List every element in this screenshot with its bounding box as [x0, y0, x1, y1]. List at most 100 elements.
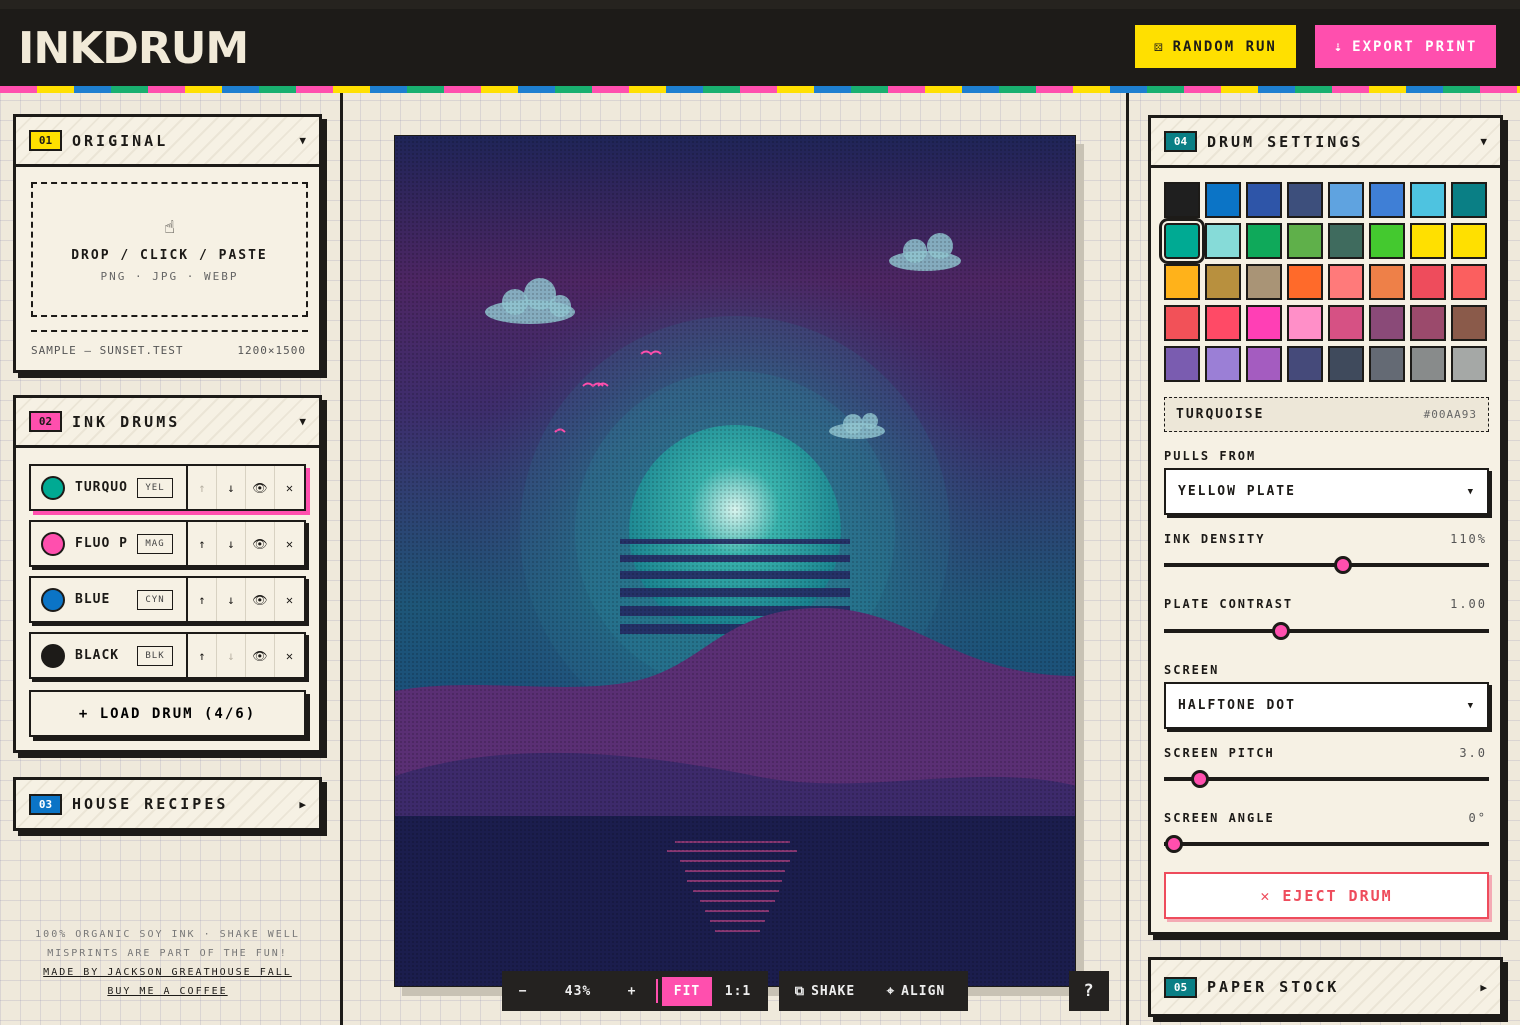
- drum-row[interactable]: TURQUO YEL ↑ ↓ 👁 ✕: [29, 464, 306, 511]
- slider-thumb[interactable]: [1190, 770, 1209, 788]
- caret-right-icon[interactable]: ▶: [299, 798, 306, 811]
- drum-row[interactable]: BLACK BLK ↑ ↓ 👁 ✕: [29, 632, 306, 679]
- drum-row[interactable]: FLUO P MAG ↑ ↓ 👁 ✕: [29, 520, 306, 567]
- move-down-icon[interactable]: ↓: [217, 522, 246, 565]
- color-swatch[interactable]: [1159, 218, 1205, 264]
- align-button[interactable]: ⌖ ALIGN: [871, 971, 961, 1011]
- color-swatch[interactable]: [1164, 346, 1200, 382]
- image-drop-zone[interactable]: ☝ DROP / CLICK / PASTE PNG · JPG · WEBP: [31, 182, 308, 317]
- color-swatch[interactable]: [1369, 264, 1405, 300]
- color-swatch[interactable]: [1164, 182, 1200, 218]
- color-swatch[interactable]: [1246, 223, 1282, 259]
- paper-stock-panel-header[interactable]: 05 PAPER STOCK ▶: [1151, 960, 1500, 1014]
- color-swatch[interactable]: [1246, 305, 1282, 341]
- color-swatch[interactable]: [1451, 305, 1487, 341]
- color-swatch[interactable]: [1451, 223, 1487, 259]
- color-swatch[interactable]: [1369, 223, 1405, 259]
- close-icon[interactable]: ✕: [275, 522, 304, 565]
- ink-drums-panel-header[interactable]: 02 INK DRUMS ▼: [16, 398, 319, 448]
- color-swatch[interactable]: [1287, 264, 1323, 300]
- color-swatch[interactable]: [1369, 346, 1405, 382]
- move-up-icon[interactable]: ↑: [188, 634, 217, 677]
- color-swatch[interactable]: [1451, 182, 1487, 218]
- plate-contrast-slider[interactable]: [1164, 621, 1489, 641]
- color-swatch[interactable]: [1246, 182, 1282, 218]
- zoom-in-button[interactable]: +: [612, 971, 652, 1011]
- eye-icon[interactable]: 👁: [246, 634, 275, 677]
- color-swatch[interactable]: [1369, 182, 1405, 218]
- color-swatch[interactable]: [1328, 346, 1364, 382]
- move-down-icon[interactable]: ↓: [217, 466, 246, 509]
- zoom-out-button[interactable]: −: [502, 971, 544, 1011]
- close-icon[interactable]: ✕: [275, 578, 304, 621]
- color-swatch[interactable]: [1246, 264, 1282, 300]
- color-swatch[interactable]: [1410, 305, 1446, 341]
- caret-right-icon[interactable]: ▶: [1480, 981, 1487, 994]
- random-run-button[interactable]: ⚄ RANDOM RUN: [1135, 25, 1296, 68]
- screen-pitch-slider[interactable]: [1164, 769, 1489, 789]
- drum-color-swatch[interactable]: [41, 643, 65, 668]
- color-swatch[interactable]: [1410, 346, 1446, 382]
- color-swatch[interactable]: [1205, 264, 1241, 300]
- eye-icon[interactable]: 👁: [246, 578, 275, 621]
- color-swatch[interactable]: [1410, 223, 1446, 259]
- house-recipes-panel-header[interactable]: 03 HOUSE RECIPES ▶: [16, 780, 319, 828]
- ink-density-slider[interactable]: [1164, 555, 1489, 575]
- color-swatch[interactable]: [1205, 223, 1241, 259]
- drum-row[interactable]: BLUE CYN ↑ ↓ 👁 ✕: [29, 576, 306, 623]
- author-link[interactable]: MADE BY JACKSON GREATHOUSE FALL: [0, 963, 335, 982]
- ink-drums-panel: 02 INK DRUMS ▼ TURQUO YEL ↑ ↓ 👁 ✕ FLUO P MAG ↑ ↓ 👁…: [13, 395, 322, 753]
- move-down-icon[interactable]: ↓: [217, 634, 246, 677]
- color-swatch[interactable]: [1287, 182, 1323, 218]
- slider-thumb[interactable]: [1164, 835, 1183, 853]
- move-up-icon[interactable]: ↑: [188, 578, 217, 621]
- close-icon[interactable]: ✕: [275, 466, 304, 509]
- caret-down-icon[interactable]: ▼: [299, 415, 306, 428]
- close-icon[interactable]: ✕: [275, 634, 304, 677]
- move-down-icon[interactable]: ↓: [217, 578, 246, 621]
- eject-drum-button[interactable]: ✕ EJECT DRUM: [1164, 872, 1489, 919]
- color-swatch[interactable]: [1164, 264, 1200, 300]
- print-canvas[interactable]: [394, 135, 1076, 987]
- load-drum-button[interactable]: + LOAD DRUM (4/6): [29, 690, 306, 737]
- help-button[interactable]: ?: [1069, 971, 1109, 1011]
- export-print-button[interactable]: ⇣ EXPORT PRINT: [1315, 25, 1496, 68]
- color-swatch[interactable]: [1451, 346, 1487, 382]
- color-swatch[interactable]: [1205, 182, 1241, 218]
- move-up-icon[interactable]: ↑: [188, 466, 217, 509]
- color-swatch[interactable]: [1328, 264, 1364, 300]
- color-swatch[interactable]: [1369, 305, 1405, 341]
- color-swatch[interactable]: [1410, 264, 1446, 300]
- color-swatch[interactable]: [1164, 305, 1200, 341]
- screen-angle-slider[interactable]: [1164, 834, 1489, 854]
- original-panel-header[interactable]: 01 ORIGINAL ▼: [16, 117, 319, 167]
- slider-thumb[interactable]: [1272, 622, 1290, 640]
- move-up-icon[interactable]: ↑: [188, 522, 217, 565]
- color-swatch[interactable]: [1246, 346, 1282, 382]
- coffee-link[interactable]: BUY ME A COFFEE: [0, 982, 335, 1001]
- caret-down-icon[interactable]: ▼: [299, 134, 306, 147]
- fit-button[interactable]: FIT: [662, 976, 712, 1006]
- color-swatch[interactable]: [1328, 182, 1364, 218]
- drum-color-swatch[interactable]: [41, 475, 65, 500]
- color-swatch[interactable]: [1451, 264, 1487, 300]
- color-swatch[interactable]: [1287, 346, 1323, 382]
- color-swatch[interactable]: [1205, 346, 1241, 382]
- drum-color-swatch[interactable]: [41, 531, 65, 556]
- eye-icon[interactable]: 👁: [246, 522, 275, 565]
- drum-settings-panel-header[interactable]: 04 DRUM SETTINGS ▼: [1151, 118, 1500, 168]
- color-swatch[interactable]: [1287, 305, 1323, 341]
- actual-size-button[interactable]: 1:1: [712, 971, 764, 1011]
- pulls-from-select[interactable]: YELLOW PLATE ▼: [1164, 468, 1489, 515]
- shake-button[interactable]: ⧉ SHAKE: [779, 971, 871, 1011]
- color-swatch[interactable]: [1410, 182, 1446, 218]
- slider-thumb[interactable]: [1333, 556, 1352, 574]
- eye-icon[interactable]: 👁: [246, 466, 275, 509]
- drum-color-swatch[interactable]: [41, 587, 65, 612]
- color-swatch[interactable]: [1328, 223, 1364, 259]
- color-swatch[interactable]: [1328, 305, 1364, 341]
- color-swatch[interactable]: [1287, 223, 1323, 259]
- screen-select[interactable]: HALFTONE DOT ▼: [1164, 682, 1489, 729]
- color-swatch[interactable]: [1205, 305, 1241, 341]
- caret-down-icon[interactable]: ▼: [1480, 135, 1487, 148]
